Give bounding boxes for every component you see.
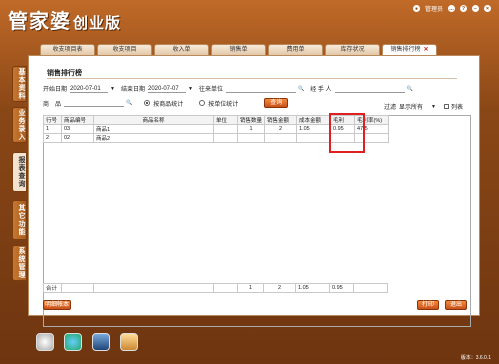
calculator-icon[interactable] [92,333,110,351]
column-label: 列表 [450,105,463,111]
table-cell [213,283,238,293]
radio-by-unit[interactable] [199,100,206,106]
globe-icon[interactable] [64,333,82,351]
filter-label: 过滤 [384,105,397,111]
filter-select[interactable]: 显示所有 [399,102,423,111]
table-cell: 1 [236,124,266,134]
product-label: 商 品 [43,101,62,108]
table-cell: 1.05 [295,283,330,293]
end-date-label: 结束日期 [120,87,145,93]
unit-field[interactable] [225,85,296,93]
brand-name: 管家婆 [8,11,71,33]
unit-search-icon[interactable]: 🔍 [298,86,304,92]
table-cell: 02 [61,133,94,143]
print-button[interactable]: 打印 [417,300,439,310]
column-header[interactable]: 销售数量 [236,115,266,125]
radio-by-product-label: 按商品统计 [153,101,184,108]
tab-income-bill[interactable]: 收入单 [154,44,209,55]
sidebar-item-business-entry[interactable]: 业务录入 [12,107,27,143]
contacts-icon[interactable] [120,333,138,351]
totals-row: 合计 1 2 1.05 0.95 [43,283,388,293]
table-cell [296,133,332,143]
tab-sales-bill[interactable]: 销售单 [211,44,266,55]
version-label: 版本：3.6.0.1 [460,355,491,361]
product-search-icon[interactable]: 🔍 [126,100,132,106]
system-controls: ● 管理员 … ? − × [412,4,491,13]
radio-by-product[interactable] [144,100,151,106]
table-cell [264,133,298,143]
column-header[interactable]: 成本金额 [296,115,332,125]
table-cell: 1 [43,124,62,134]
start-date-label: 开始日期 [43,87,68,93]
data-grid [43,115,471,327]
column-header[interactable]: 单位 [213,115,238,125]
sidebar-item-other-functions[interactable]: 其它功能 [12,200,27,240]
table-cell [353,283,388,293]
table-cell [236,133,266,143]
filter-dropdown-icon[interactable]: ▼ [431,104,436,110]
tab-stock-status[interactable]: 库存状况 [325,44,380,55]
filter-row: 过滤 显示所有 ▼ 列表 [384,102,463,112]
sidebar-item-report-query[interactable]: 报表查询 [12,152,27,192]
tab-income-expense-item[interactable]: 收支项目 [97,44,152,55]
product-filter-row: 商 品 🔍 按商品统计 按单位统计 查询 [43,98,289,108]
table-cell: 1.05 [296,124,332,134]
user-icon[interactable]: ● [412,5,420,12]
column-header[interactable]: 销售金额 [264,115,298,125]
settings-icon[interactable] [36,333,54,351]
radio-by-unit-label: 按单位统计 [208,101,239,108]
column-header[interactable]: 商品编号 [61,115,94,125]
start-date-field[interactable]: 2020-07-01 [70,85,109,93]
end-date-dropdown-icon[interactable]: ▼ [188,86,193,92]
quick-launch-dock [36,333,138,351]
tab-strip: 收支项目表 收支项目 收入单 销售单 费用单 库存状况 销售排行榜 ✕ [40,44,437,55]
column-header[interactable]: 行号 [43,115,62,125]
table-cell: 商品1 [93,124,214,134]
chat-icon[interactable]: … [448,5,455,12]
handler-field[interactable] [334,85,405,93]
title-bar: 管家婆 创业版 ● 管理员 … ? − × [0,0,499,40]
totals-table: 合计 1 2 1.05 0.95 [43,283,388,293]
brand-edition: 创业版 [73,15,122,32]
page-title: 销售排行榜 [47,70,457,79]
minimize-icon[interactable]: − [472,5,479,12]
tab-income-expense-table[interactable]: 收支项目表 [40,44,95,55]
date-filter-row: 开始日期 2020-07-01 ▼ 结束日期 2020-07-07 ▼ 往来单位… [43,84,413,94]
end-date-field[interactable]: 2020-07-07 [147,85,186,93]
start-date-dropdown-icon[interactable]: ▼ [110,86,115,92]
column-checkbox[interactable] [443,104,449,109]
product-field[interactable] [64,99,125,107]
table-cell [61,283,94,293]
table-cell: 2 [263,283,296,293]
table-cell [213,124,238,134]
table-cell: 0.95 [329,283,354,293]
handler-label: 经 手 人 [310,87,332,93]
table-cell [93,283,214,293]
tab-sales-ranking[interactable]: 销售排行榜 ✕ [382,44,437,55]
unit-label: 往来单位 [198,87,223,93]
app-window: 管家婆 创业版 ● 管理员 … ? − × 收支项目表 收支项目 收入单 销售单 … [0,0,499,364]
user-label[interactable]: 管理员 [425,4,443,13]
table-cell: 03 [61,124,94,134]
table-cell: 商品2 [93,133,214,143]
sidebar-item-system-management[interactable]: 系统管理 [12,245,27,281]
table-cell: 2 [264,124,298,134]
table-cell: 1 [237,283,264,293]
sidebar-item-basic-data[interactable]: 基本资料 [12,66,27,102]
exit-button[interactable]: 退出 [445,300,467,310]
close-icon[interactable]: × [484,5,491,12]
cost-amount-highlight [329,113,365,153]
handler-search-icon[interactable]: 🔍 [407,86,413,92]
column-header[interactable]: 商品名称 [93,115,214,125]
totals-label: 合计 [43,283,62,293]
query-button[interactable]: 查询 [264,98,289,108]
tab-expense-bill[interactable]: 费用单 [268,44,323,55]
help-icon[interactable]: ? [460,5,467,12]
app-logo: 管家婆 创业版 [8,5,121,34]
table-cell: 2 [43,133,62,143]
report-panel: 销售排行榜 开始日期 2020-07-01 ▼ 结束日期 2020-07-07 … [28,55,480,327]
detail-ledger-button[interactable]: 明细帐本 [43,300,71,310]
close-tab-icon[interactable]: ✕ [423,47,428,53]
table-cell [213,133,238,143]
